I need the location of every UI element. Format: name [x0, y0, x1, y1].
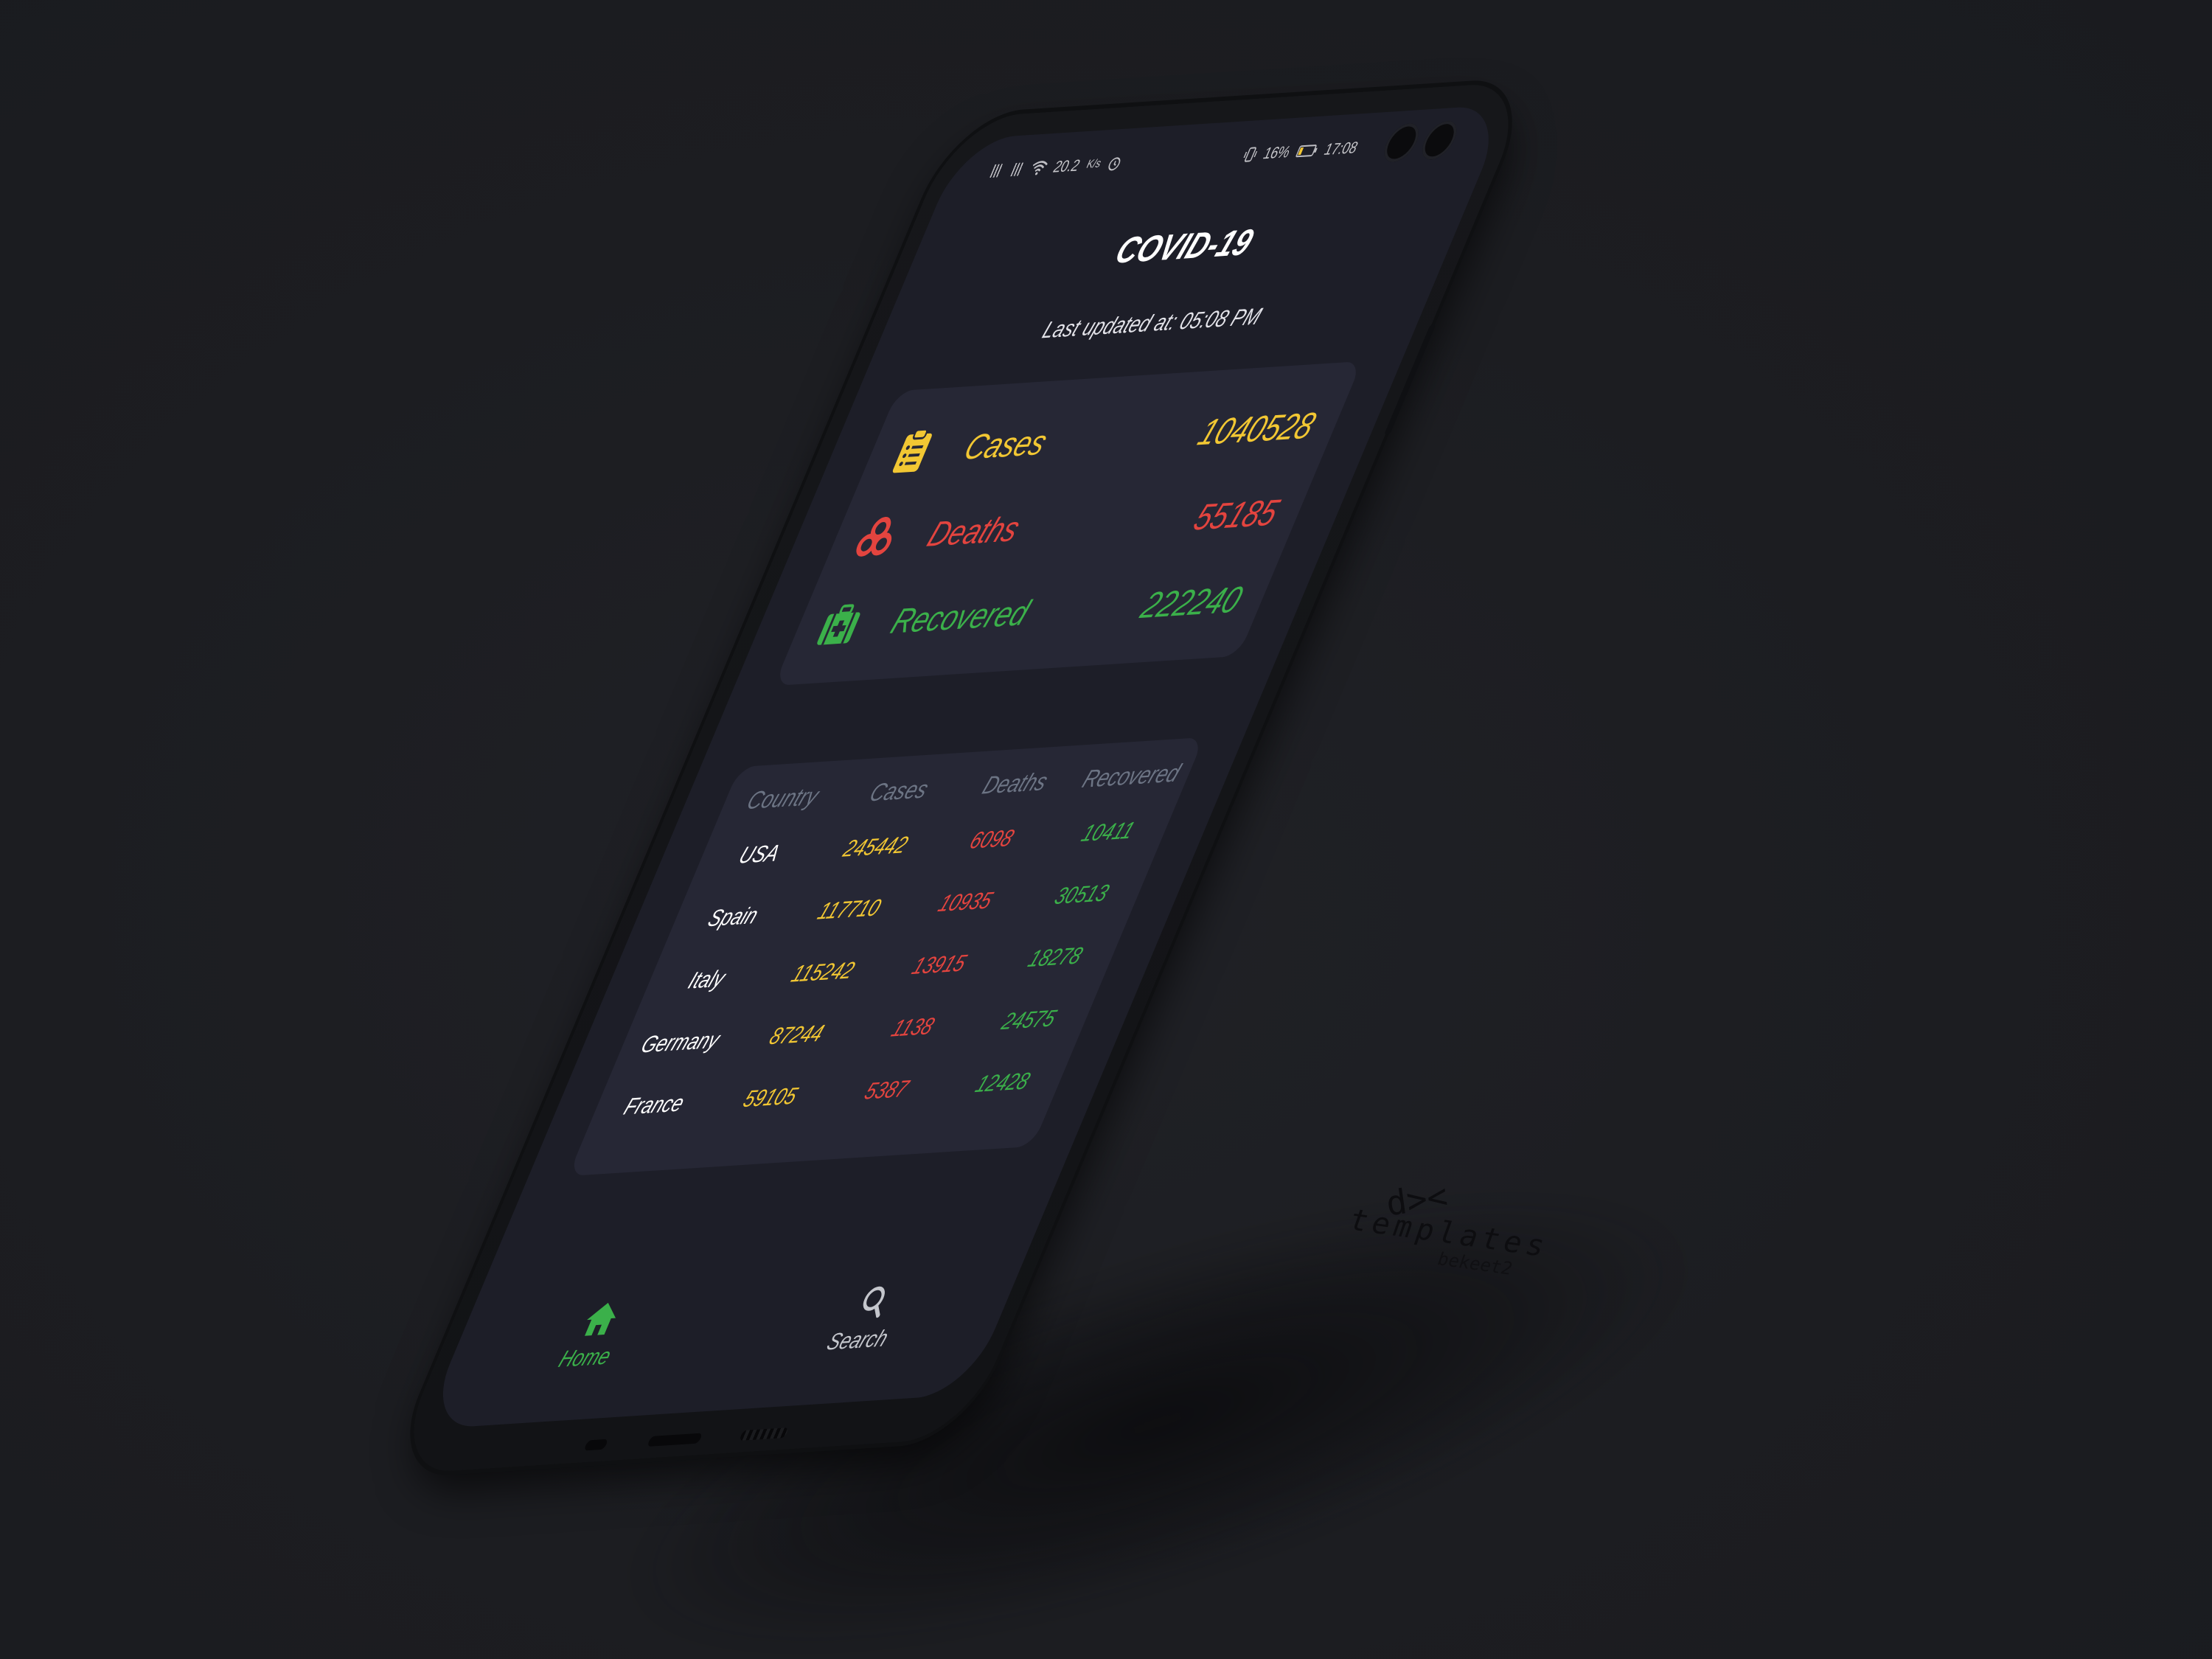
recovered-label: Recovered: [885, 593, 1036, 641]
table-row[interactable]: Germany 87244 1138 24575: [616, 1003, 1093, 1060]
cell-country: USA: [735, 839, 785, 869]
cell-recovered: 12428: [971, 1067, 1034, 1098]
alarm-icon: [1108, 157, 1121, 171]
cell-recovered: 18278: [1024, 942, 1087, 973]
last-updated: Last updated at: 05:08 PM: [1038, 302, 1266, 344]
home-icon: [585, 1302, 616, 1336]
col-header-recovered[interactable]: Recovered: [1068, 758, 1196, 794]
cell-cases: 245442: [839, 831, 913, 862]
col-header-deaths[interactable]: Deaths: [951, 765, 1079, 801]
cell-deaths: 13915: [908, 949, 971, 980]
biohazard-icon: [847, 512, 905, 563]
vibrate-icon: [1243, 147, 1258, 162]
network-speed: 20.2: [1050, 156, 1083, 176]
table-row[interactable]: USA 245442 6098 10411: [696, 815, 1172, 872]
search-icon: [863, 1286, 886, 1318]
bottom-nav: Home Search: [434, 1254, 1026, 1399]
nav-search[interactable]: Search: [707, 1254, 1026, 1382]
table-row[interactable]: Spain 117710 10935 30513: [669, 877, 1146, 934]
clipboard-list-icon: [884, 425, 942, 476]
cell-country: Italy: [684, 964, 730, 994]
cell-country: France: [620, 1089, 689, 1120]
cell-cases: 115242: [787, 956, 859, 987]
battery-icon: [1295, 145, 1318, 158]
cell-country: Germany: [637, 1026, 725, 1058]
cell-cases: 59105: [739, 1082, 802, 1113]
nav-home[interactable]: Home: [434, 1272, 754, 1400]
app-title: COVID-19: [1109, 221, 1260, 271]
table-header: Country Cases Deaths Recovered: [715, 751, 1198, 824]
nav-search-label: Search: [823, 1324, 893, 1355]
cell-cases: 117710: [813, 894, 886, 925]
cell-recovered: 24575: [998, 1004, 1061, 1035]
cell-deaths: 10935: [934, 886, 997, 917]
wifi-icon: [1032, 161, 1048, 175]
status-left: 20.2 K/s: [986, 153, 1125, 181]
cell-cases: 87244: [765, 1019, 829, 1050]
signal-icon: [987, 164, 1006, 178]
signal-icon-2: [1007, 162, 1026, 177]
watermark: d>< templates bekeet2: [1348, 1175, 1551, 1283]
summary-card: Cases 1040528 Deaths 55185 Recovered 222…: [773, 361, 1363, 686]
cell-recovered: 10411: [1077, 816, 1139, 847]
camera-cutout: [1377, 119, 1470, 166]
table-row[interactable]: Italy 115242 13915 18278: [643, 940, 1119, 997]
country-table: Country Cases Deaths Recovered USA 24544…: [568, 737, 1205, 1177]
network-speed-unit: K/s: [1084, 157, 1104, 171]
battery-percent: 16%: [1260, 142, 1294, 163]
col-header-country[interactable]: Country: [719, 781, 847, 817]
cell-deaths: 1138: [887, 1012, 939, 1042]
recovered-value: 222240: [1135, 578, 1249, 627]
nav-home-label: Home: [555, 1342, 616, 1372]
clock: 17:08: [1321, 138, 1361, 159]
front-camera-2: [1416, 119, 1463, 161]
col-header-cases[interactable]: Cases: [835, 773, 963, 810]
cell-country: Spain: [704, 902, 763, 932]
cell-deaths: 5387: [860, 1075, 913, 1105]
status-right: 16% 17:08: [1241, 138, 1361, 164]
mockup-stage: 20.2 K/s 16% 17:08 COVID-19 Last updated…: [0, 0, 2212, 1659]
deaths-label: Deaths: [922, 509, 1026, 554]
cases-label: Cases: [959, 422, 1054, 467]
cases-value: 1040528: [1192, 404, 1322, 453]
medical-kit-icon: [811, 599, 869, 650]
cell-recovered: 30513: [1051, 879, 1113, 910]
table-row[interactable]: France 59105 5387 12428: [591, 1065, 1067, 1122]
cell-deaths: 6098: [966, 824, 1018, 854]
